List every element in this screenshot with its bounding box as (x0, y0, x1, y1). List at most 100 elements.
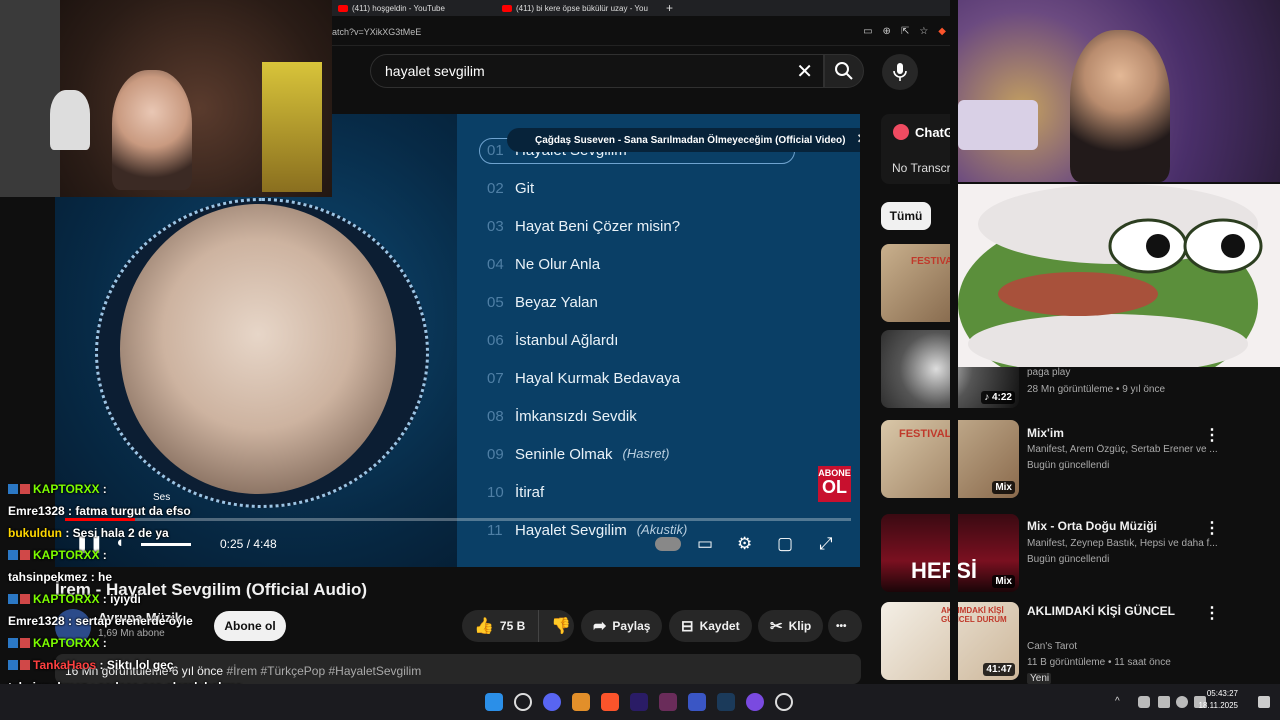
autoplay-toggle[interactable] (655, 537, 681, 551)
track-item: 03 Hayat Beni Çözer misin? (487, 218, 690, 235)
app-icon[interactable] (688, 693, 706, 711)
browser-tab[interactable]: (411) hoşgeldin - YouTube (332, 0, 496, 16)
fullscreen-icon[interactable]: ⤢ (819, 534, 833, 554)
chat-message: KAPTORXX : (8, 548, 107, 562)
app-icon[interactable] (659, 693, 677, 711)
chat-username: Emre1328 (8, 504, 65, 518)
volume-slider[interactable] (141, 543, 191, 546)
clock-time: 05:43:27 (1206, 689, 1238, 698)
chat-badge-icon (20, 550, 30, 560)
search-input[interactable]: hayalet sevgilim ✕ (370, 54, 824, 88)
chat-text: iyiydi (110, 592, 141, 606)
notification-icon[interactable] (1258, 696, 1270, 708)
new-badge: Yeni (1027, 673, 1051, 684)
clip-label: Klip (788, 619, 812, 633)
close-icon[interactable]: ✕ (857, 131, 860, 147)
share-button[interactable]: ➦ Paylaş (581, 610, 663, 642)
time-display: 0:25 / 4:48 (220, 537, 277, 551)
mic-tray-icon[interactable] (1138, 696, 1150, 708)
volume-tray-icon[interactable] (1176, 696, 1188, 708)
duration-badge: ♪ 4:22 (981, 391, 1015, 404)
subscribe-watermark[interactable]: ABONE OL (818, 466, 851, 502)
chat-message: KAPTORXX : iyiydi (8, 592, 141, 606)
guest-person (1070, 30, 1170, 182)
chat-username: Emre1328 (8, 614, 65, 628)
theater-mode-icon[interactable]: ▢ (777, 534, 793, 554)
more-options-icon[interactable]: ⋮ (1204, 425, 1220, 445)
bookmark-icon[interactable]: ☆ (919, 26, 928, 37)
no-transcript-text: No Transcri (892, 161, 951, 175)
progress-fill (65, 518, 135, 521)
more-actions-button[interactable]: ••• (828, 610, 862, 642)
notification-text: Çağdaş Suseven - Sana Sarılmadan Ölmeyec… (535, 134, 846, 146)
track-title: Seninle Olmak (515, 446, 613, 463)
sidebar-video-meta: Bugün güncellendi (1027, 460, 1110, 471)
search-button[interactable] (824, 54, 864, 88)
system-clock[interactable]: 05:43:27 18.11.2025 (1199, 688, 1238, 712)
discord-icon[interactable] (543, 693, 561, 711)
start-icon[interactable] (485, 693, 503, 711)
sidebar-video-meta: Manifest, Arem Özgüç, Sertab Erener ve .… (1027, 444, 1217, 455)
sidebar-video-title[interactable]: paga play (1027, 367, 1070, 378)
sidebar-video-meta: 11 B görüntüleme • 11 saat önce (1027, 657, 1171, 668)
chat-badge-icon (8, 660, 18, 670)
more-options-icon[interactable]: ⋮ (1204, 603, 1220, 623)
chat-message: TankaHaos : Siktı lol geç (8, 658, 174, 672)
brave-icon[interactable] (601, 693, 619, 711)
search-icon[interactable] (514, 693, 532, 711)
track-title: İstanbul Ağlardı (515, 332, 619, 349)
share-icon[interactable]: ⇱ (901, 26, 909, 37)
track-number: 06 (487, 332, 504, 349)
like-button[interactable]: 👍 75 B (462, 610, 538, 642)
chat-username: KAPTORXX (33, 592, 100, 606)
premiere-icon[interactable] (630, 693, 648, 711)
track-title: Git (515, 180, 535, 197)
browser-tab[interactable]: (411) bi kere öpse bükülür uzay - You (496, 0, 656, 16)
track-item: 06 İstanbul Ağlardı (487, 332, 628, 349)
chat-text: sertap erenerde öyle (75, 614, 193, 628)
chat-text: Siktı lol geç (106, 658, 174, 672)
hashtags[interactable]: #İrem #TürkçePop #HayaletSevgilim (226, 664, 421, 678)
settings-icon[interactable]: ⚙ (737, 534, 752, 554)
clear-search-icon[interactable]: ✕ (796, 59, 813, 84)
subtitles-icon[interactable]: ▭ (697, 534, 713, 554)
cast-icon[interactable]: ▭ (863, 26, 872, 37)
chat-badge-icon (8, 594, 18, 604)
address-bar[interactable]: atch?v=YXikXG3tMeE ▭ ⊕ ⇱ ☆ ◆ (332, 20, 950, 46)
chatgpt-extension-card[interactable]: ChatG No Transcri (881, 114, 951, 184)
track-item: 05 Beyaz Yalan (487, 294, 608, 311)
save-button[interactable]: ⊟ Kaydet (669, 610, 752, 642)
steam-icon[interactable] (717, 693, 735, 711)
voice-search-button[interactable] (882, 54, 918, 90)
chip-all[interactable]: Tümü (881, 202, 931, 230)
new-tab-button[interactable]: + (660, 0, 680, 16)
chevron-up-icon[interactable]: ^ (1115, 696, 1127, 708)
chatgpt-title: ChatG (915, 125, 951, 140)
dislike-button[interactable]: 👎 (538, 610, 574, 642)
chat-message: bukuldun : Sesi hala 2 de ya (8, 526, 169, 540)
sidebar-video-meta: 28 Mn görüntüleme • 9 yıl önce (1027, 384, 1166, 395)
like-count: 75 B (499, 619, 526, 633)
screen: (411) hoşgeldin - YouTube (411) bi kere … (0, 0, 1280, 720)
bookmark-icon: ⊟ (681, 618, 694, 635)
chat-username: bukuldun (8, 526, 62, 540)
related-video-notification[interactable]: Çağdaş Suseven - Sana Sarılmadan Ölmeyec… (507, 128, 860, 152)
sidebar-video-title[interactable]: Mix'im (1027, 426, 1064, 440)
sidebar-video-title[interactable]: AKLIMDAKİ KİŞİ GÜNCEL (1027, 604, 1175, 618)
subscribe-button[interactable]: Abone ol (214, 611, 286, 641)
track-number: 08 (487, 408, 504, 425)
obs-icon[interactable] (775, 693, 793, 711)
progress-bar[interactable] (65, 518, 851, 521)
clock-date: 18.11.2025 (1198, 701, 1238, 710)
app-icon[interactable] (746, 693, 764, 711)
zoom-icon[interactable]: ⊕ (883, 26, 891, 37)
plush-toy (50, 90, 90, 150)
network-icon[interactable] (1158, 696, 1170, 708)
track-title: Hayalet Sevgilim (515, 522, 627, 539)
more-options-icon[interactable]: ⋮ (1204, 518, 1220, 538)
sidebar-video-title[interactable]: Mix - Orta Doğu Müziği (1027, 519, 1157, 533)
app-icon[interactable] (572, 693, 590, 711)
clip-button[interactable]: ✂ Klip (758, 610, 824, 642)
pepe-frog-webcam-overlay (958, 184, 1280, 367)
brave-shield-icon[interactable]: ◆ (938, 26, 946, 37)
